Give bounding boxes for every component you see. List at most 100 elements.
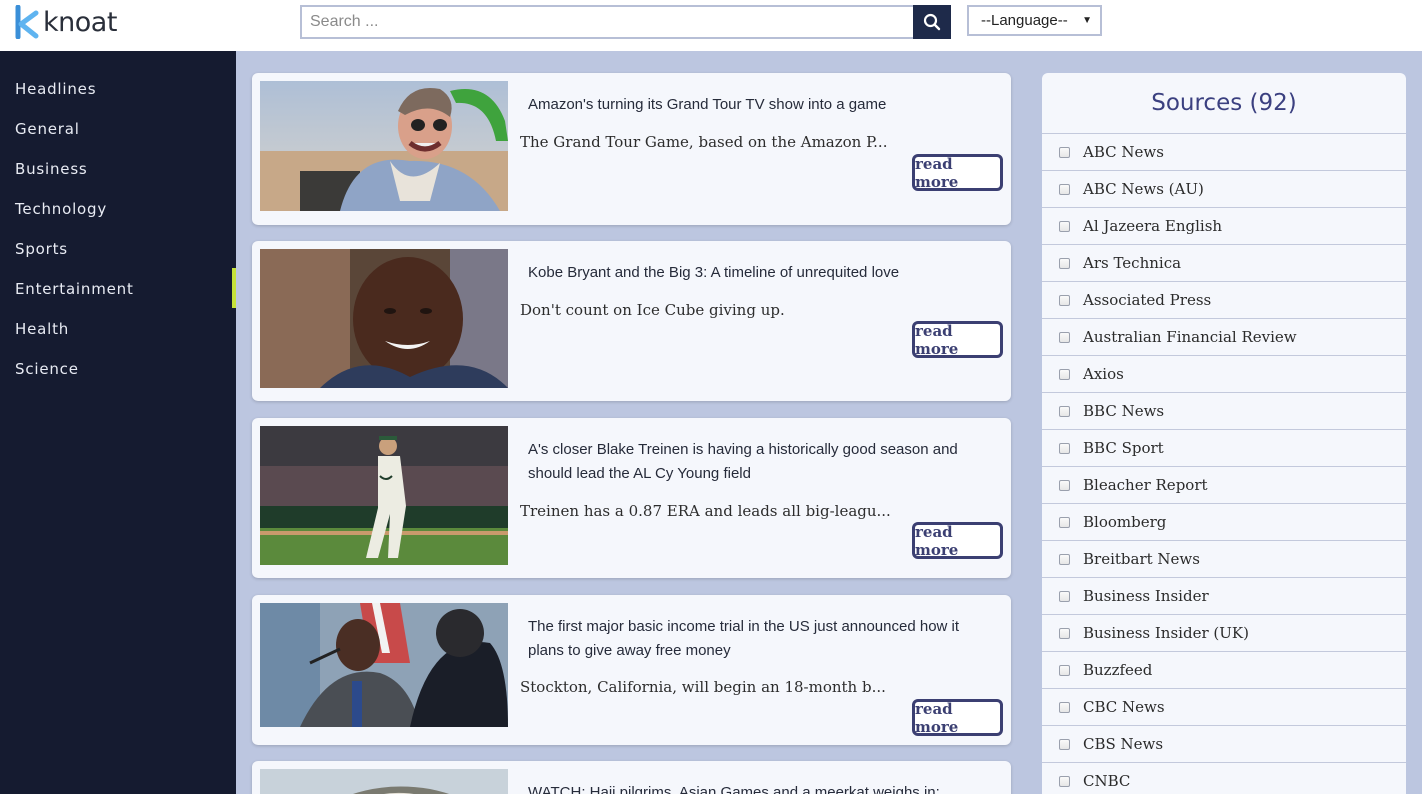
article-description: Don't count on Ice Cube giving up. [520,301,785,319]
logo[interactable]: knoat [14,4,117,40]
source-label: BBC Sport [1083,439,1164,457]
source-checkbox[interactable] [1059,627,1070,639]
source-label: Bloomberg [1083,513,1167,531]
sidebar-item-headlines[interactable]: Headlines [15,80,96,98]
knoat-logo-icon [15,5,39,39]
source-checkbox[interactable] [1059,664,1070,676]
source-label: Breitbart News [1083,550,1200,568]
article-description: Stockton, California, will begin an 18-m… [520,678,886,696]
article-title[interactable]: Amazon's turning its Grand Tour TV show … [528,93,988,117]
source-item[interactable]: CBC News [1042,689,1406,726]
source-checkbox[interactable] [1059,220,1070,232]
source-label: Associated Press [1083,291,1212,309]
source-item[interactable]: Bleacher Report [1042,467,1406,504]
read-more-button[interactable]: read more [912,321,1003,358]
dropdown-caret-icon: ▼ [1082,15,1092,26]
source-item[interactable]: Bloomberg [1042,504,1406,541]
source-checkbox[interactable] [1059,257,1070,269]
read-more-button[interactable]: read more [912,699,1003,736]
article-thumbnail[interactable] [260,426,508,565]
source-item[interactable]: BBC News [1042,393,1406,430]
source-label: ABC News [1083,143,1164,161]
source-label: Australian Financial Review [1083,328,1297,346]
sidebar-item-science[interactable]: Science [15,360,79,378]
article-description: The Grand Tour Game, based on the Amazon… [520,133,888,151]
source-label: Axios [1083,365,1124,383]
source-item[interactable]: BBC Sport [1042,430,1406,467]
article-thumbnail[interactable] [260,249,508,388]
article-title[interactable]: The first major basic income trial in th… [528,615,988,663]
source-checkbox[interactable] [1059,590,1070,602]
sources-panel: Sources (92) ABC News ABC News (AU) Al J… [1042,73,1406,794]
source-checkbox[interactable] [1059,183,1070,195]
source-checkbox[interactable] [1059,775,1070,787]
source-item[interactable]: Axios [1042,356,1406,393]
source-label: CNBC [1083,772,1131,790]
article-thumbnail[interactable] [260,603,508,727]
article-title[interactable]: A's closer Blake Treinen is having a his… [528,438,988,486]
source-item[interactable]: Australian Financial Review [1042,319,1406,356]
source-label: Bleacher Report [1083,476,1208,494]
sidebar-item-technology[interactable]: Technology [15,200,107,218]
source-checkbox[interactable] [1059,331,1070,343]
source-item[interactable]: Breitbart News [1042,541,1406,578]
sources-title: Sources (92) [1042,73,1406,134]
source-label: Buzzfeed [1083,661,1153,679]
source-checkbox[interactable] [1059,146,1070,158]
article-card: The first major basic income trial in th… [252,595,1011,745]
active-category-marker [232,268,236,308]
logo-text: knoat [43,6,117,38]
source-label: CBC News [1083,698,1165,716]
source-checkbox[interactable] [1059,294,1070,306]
search-icon [923,13,941,31]
source-checkbox[interactable] [1059,368,1070,380]
source-item[interactable]: ABC News [1042,134,1406,171]
article-card: A's closer Blake Treinen is having a his… [252,418,1011,578]
source-item[interactable]: Al Jazeera English [1042,208,1406,245]
read-more-button[interactable]: read more [912,522,1003,559]
source-item[interactable]: Business Insider (UK) [1042,615,1406,652]
article-card: WATCH: Hajj pilgrims, Asian Games and a … [252,761,1011,794]
source-item[interactable]: Buzzfeed [1042,652,1406,689]
source-item[interactable]: CBS News [1042,726,1406,763]
language-select[interactable]: --Language-- ▼ [967,5,1102,36]
source-checkbox[interactable] [1059,405,1070,417]
source-label: CBS News [1083,735,1164,753]
source-item[interactable]: Business Insider [1042,578,1406,615]
source-label: ABC News (AU) [1083,180,1204,198]
source-item[interactable]: ABC News (AU) [1042,171,1406,208]
source-checkbox[interactable] [1059,701,1070,713]
search-bar [300,5,951,39]
source-label: BBC News [1083,402,1165,420]
source-checkbox[interactable] [1059,738,1070,750]
category-sidebar: Headlines General Business Technology Sp… [0,51,236,794]
article-title[interactable]: WATCH: Hajj pilgrims, Asian Games and a … [528,781,988,794]
article-card: Amazon's turning its Grand Tour TV show … [252,73,1011,225]
source-label: Al Jazeera English [1083,217,1223,235]
source-checkbox[interactable] [1059,516,1070,528]
source-checkbox[interactable] [1059,479,1070,491]
search-button[interactable] [913,5,951,39]
language-select-value: --Language-- [981,12,1068,29]
source-checkbox[interactable] [1059,553,1070,565]
search-input[interactable] [300,5,913,39]
article-card: Kobe Bryant and the Big 3: A timeline of… [252,241,1011,401]
source-label: Business Insider (UK) [1083,624,1249,642]
article-title[interactable]: Kobe Bryant and the Big 3: A timeline of… [528,261,988,285]
sidebar-item-general[interactable]: General [15,120,80,138]
sidebar-item-business[interactable]: Business [15,160,88,178]
source-checkbox[interactable] [1059,442,1070,454]
read-more-button[interactable]: read more [912,154,1003,191]
sidebar-item-sports[interactable]: Sports [15,240,68,258]
article-thumbnail[interactable] [260,81,508,211]
sidebar-item-entertainment[interactable]: Entertainment [15,280,134,298]
sidebar-item-health[interactable]: Health [15,320,69,338]
source-label: Ars Technica [1083,254,1182,272]
source-label: Business Insider [1083,587,1209,605]
article-thumbnail[interactable] [260,769,508,794]
top-bar: knoat --Language-- ▼ [0,0,1422,51]
article-description: Treinen has a 0.87 ERA and leads all big… [520,502,890,520]
source-item[interactable]: Ars Technica [1042,245,1406,282]
source-item[interactable]: Associated Press [1042,282,1406,319]
source-item[interactable]: CNBC [1042,763,1406,794]
